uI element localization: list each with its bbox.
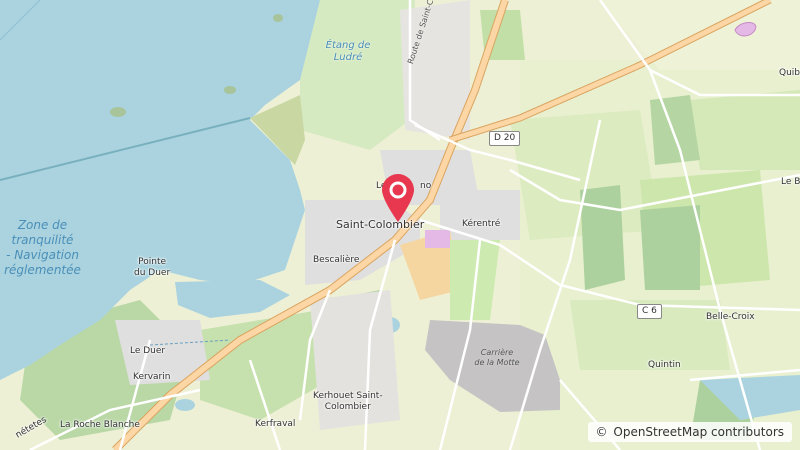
place-kerentre: Kérentré	[462, 219, 501, 229]
place-kervarin: Kervarin	[133, 372, 171, 382]
sea-label-line-3: - Navigation	[6, 248, 79, 262]
pond-label-line-1: Étang de	[325, 40, 371, 51]
place-la-roche-blanche: La Roche Blanche	[60, 420, 140, 430]
sea-label-line-4: réglementée	[4, 263, 81, 277]
place-quintin: Quintin	[648, 360, 681, 370]
sea-label-line-1: Zone de	[17, 218, 68, 232]
place-kerfraval: Kerfraval	[255, 419, 296, 429]
road-shield-c6: C 6	[637, 304, 662, 319]
sea-label: Zone de tranquilité - Navigation régleme…	[0, 218, 85, 278]
place-bescaliere: Bescalière	[313, 255, 360, 265]
sea-label-line-2: tranquilité	[11, 233, 74, 247]
place-le-duer: Le Duer	[130, 346, 166, 356]
place-belle-croix: Belle-Croix	[706, 312, 755, 322]
place-kerhouet-saint-colombier: Kerhouet Saint- Colombier	[313, 391, 383, 413]
quarry-label-line-1: Carrière	[480, 348, 514, 357]
road-shield-d20: D 20	[489, 131, 521, 146]
quarry-label: Carrière de la Motte	[462, 348, 532, 368]
place-kerhouet-line-2: Colombier	[324, 402, 371, 412]
map-attribution: © OpenStreetMap contributors	[587, 422, 792, 442]
location-marker-icon[interactable]	[380, 172, 416, 222]
place-pointe-du-duer: Pointe du Duer	[134, 257, 170, 279]
map-view[interactable]: Zone de tranquilité - Navigation régleme…	[0, 0, 800, 450]
place-pointe-du-duer-line-1: Pointe	[138, 257, 167, 267]
copyright-symbol: ©	[595, 425, 608, 439]
pond-label: Étang de Ludré	[318, 40, 378, 64]
wetland-area	[300, 0, 415, 150]
place-le-b-partial: Le B	[781, 177, 800, 187]
place-pointe-du-duer-line-2: du Duer	[134, 268, 171, 278]
pond-label-line-2: Ludré	[333, 52, 363, 63]
attribution-link[interactable]: OpenStreetMap contributors	[613, 425, 784, 439]
place-kerhouet-line-1: Kerhouet Saint-	[313, 391, 383, 401]
quarry-label-line-2: de la Motte	[474, 358, 520, 367]
place-quib-partial: Quib	[779, 68, 800, 78]
place-le-bourg-partial2: no	[420, 181, 432, 191]
